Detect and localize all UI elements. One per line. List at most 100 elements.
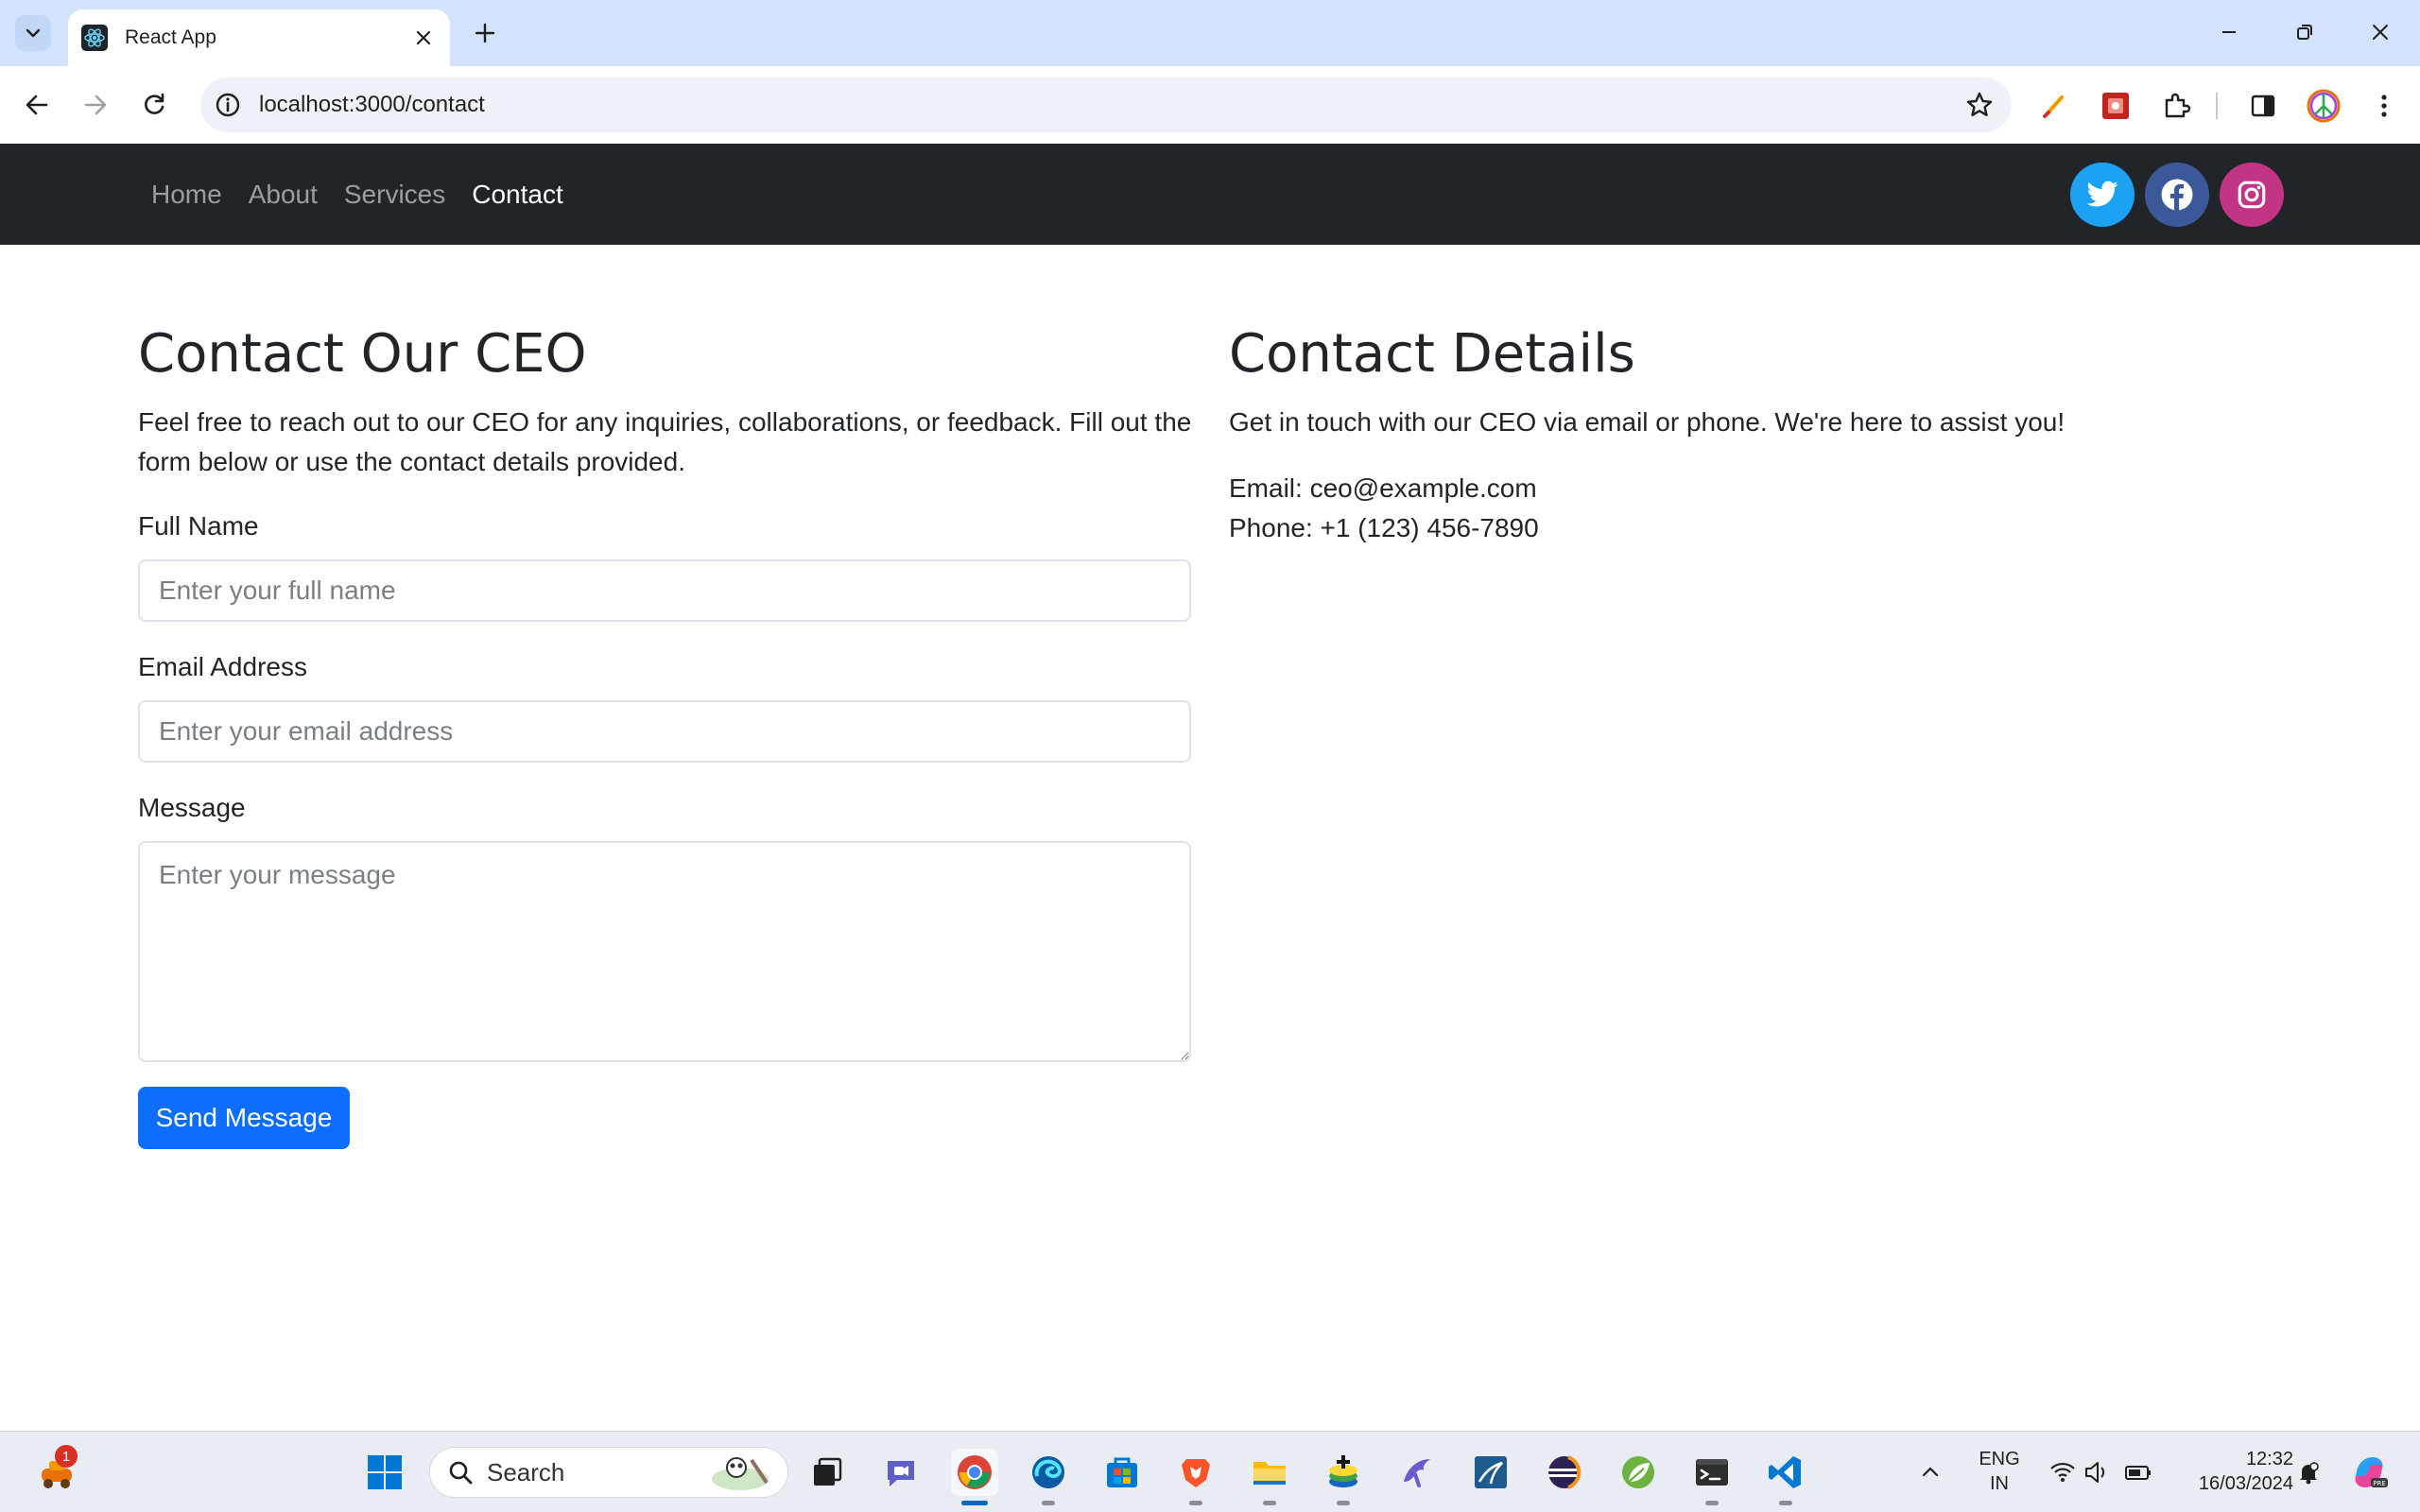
chevron-up-icon xyxy=(1922,1467,1939,1477)
restore-button[interactable] xyxy=(2284,13,2325,51)
battery-status[interactable] xyxy=(2118,1449,2159,1496)
nav-link-home[interactable]: Home xyxy=(151,180,222,210)
svg-text:PRE: PRE xyxy=(2373,1480,2386,1487)
contact-details-title: Contact Details xyxy=(1229,323,1635,385)
chat-icon xyxy=(888,1461,914,1486)
search-highlight-icon xyxy=(712,1457,769,1490)
widgets-button[interactable]: 1 xyxy=(30,1445,83,1496)
full-name-input[interactable] xyxy=(138,559,1191,622)
more-menu-icon[interactable] xyxy=(2365,87,2403,125)
facebook-button[interactable] xyxy=(2145,163,2209,227)
tab-close-button[interactable] xyxy=(410,25,437,51)
bookmark-star-icon[interactable] xyxy=(1961,86,1998,124)
side-panel-icon[interactable] xyxy=(2244,87,2282,125)
contact-details-intro: Get in touch with our CEO via email or p… xyxy=(1229,407,2066,437)
reload-button[interactable] xyxy=(134,85,174,125)
volume-status[interactable] xyxy=(2076,1449,2118,1496)
contact-form-intro-line2: form below or use the contact details pr… xyxy=(138,447,685,476)
site-navbar: Home About Services Contact xyxy=(0,144,2420,245)
forward-button[interactable] xyxy=(76,85,115,125)
back-button[interactable] xyxy=(17,85,57,125)
address-bar[interactable]: localhost:3000/contact xyxy=(200,77,2012,132)
contact-form-title: Contact Our CEO xyxy=(138,323,587,385)
toolbar-divider xyxy=(2216,93,2218,119)
nav-links: Home About Services Contact xyxy=(151,144,563,245)
eclipse-icon xyxy=(1548,1455,1582,1489)
close-window-button[interactable] xyxy=(2360,13,2401,51)
chrome-taskbar-button[interactable] xyxy=(951,1449,998,1505)
database-workbench-icon xyxy=(1475,1456,1507,1488)
tab-search-button[interactable] xyxy=(15,15,51,51)
task-view-button[interactable] xyxy=(804,1449,851,1496)
message-textarea[interactable] xyxy=(138,841,1191,1062)
minimize-button[interactable] xyxy=(2208,13,2250,51)
running-indicator xyxy=(1189,1501,1202,1505)
search-icon xyxy=(449,1461,473,1485)
eclipse-ide-button[interactable] xyxy=(1541,1449,1588,1496)
send-message-button[interactable]: Send Message xyxy=(138,1087,350,1149)
dolphin-icon xyxy=(1404,1459,1430,1487)
red-extension-icon[interactable] xyxy=(2097,87,2135,125)
store-taskbar-button[interactable] xyxy=(1098,1449,1146,1496)
restore-icon xyxy=(2297,25,2312,40)
dolphin-app-button[interactable] xyxy=(1393,1449,1441,1496)
twitter-icon xyxy=(2086,180,2118,207)
plus-icon xyxy=(475,23,495,43)
profile-avatar-icon[interactable] xyxy=(2305,87,2342,125)
close-icon xyxy=(416,30,431,45)
pen-extension-icon[interactable] xyxy=(2036,87,2074,125)
ceo-email: Email: ceo@example.com xyxy=(1229,473,1537,503)
vscode-taskbar-button[interactable] xyxy=(1762,1449,1809,1505)
clock-date: 16/03/2024 xyxy=(2198,1473,2293,1494)
terminal-taskbar-button[interactable] xyxy=(1688,1449,1736,1505)
taskbar-search[interactable]: Search xyxy=(429,1447,788,1498)
nav-link-contact[interactable]: Contact xyxy=(472,180,563,210)
language-indicator[interactable]: ENG IN xyxy=(1966,1447,2032,1496)
contact-form-intro-line1: Feel free to reach out to our CEO for an… xyxy=(138,407,1192,437)
notification-center-button[interactable] xyxy=(2290,1449,2327,1496)
speaker-icon xyxy=(2085,1462,2105,1483)
running-indicator xyxy=(1705,1501,1719,1505)
brave-taskbar-button[interactable] xyxy=(1172,1449,1219,1505)
nav-link-about[interactable]: About xyxy=(249,180,318,210)
facebook-icon xyxy=(2161,179,2193,211)
app-stack-button[interactable] xyxy=(1320,1449,1367,1505)
chevron-down-icon xyxy=(26,28,41,38)
copilot-button[interactable]: PRE xyxy=(2344,1449,2394,1496)
teams-chat-button[interactable] xyxy=(877,1449,925,1496)
instagram-icon xyxy=(2238,180,2266,209)
browser-tab[interactable]: React App xyxy=(68,9,450,66)
email-label: Email Address xyxy=(138,652,307,681)
site-info-icon[interactable] xyxy=(212,89,244,121)
edge-taskbar-button[interactable] xyxy=(1025,1449,1072,1505)
running-indicator xyxy=(1779,1501,1792,1505)
wifi-icon xyxy=(2050,1462,2075,1482)
twitter-button[interactable] xyxy=(2070,163,2135,227)
mysql-workbench-button[interactable] xyxy=(1467,1449,1514,1496)
clock-time: 12:32 xyxy=(2245,1449,2293,1469)
ceo-phone: Phone: +1 (123) 456-7890 xyxy=(1229,513,1539,542)
region-code: IN xyxy=(1990,1473,2009,1494)
instagram-button[interactable] xyxy=(2220,163,2284,227)
store-icon xyxy=(1107,1457,1137,1487)
terminal-icon xyxy=(1696,1459,1728,1486)
spring-tools-button[interactable] xyxy=(1615,1449,1662,1496)
battery-icon xyxy=(2125,1466,2151,1480)
tab-title: React App xyxy=(125,26,216,48)
folder-icon xyxy=(1253,1462,1286,1485)
nav-link-services[interactable]: Services xyxy=(344,180,445,210)
email-input[interactable] xyxy=(138,700,1191,763)
arrow-right-icon xyxy=(84,94,107,115)
extensions-puzzle-icon[interactable] xyxy=(2157,87,2195,125)
show-hidden-icons-button[interactable] xyxy=(1911,1449,1949,1496)
start-button[interactable] xyxy=(361,1449,408,1496)
new-tab-button[interactable] xyxy=(467,15,503,51)
copilot-icon: PRE xyxy=(2355,1457,2388,1487)
taskbar-search-label: Search xyxy=(487,1457,565,1486)
file-explorer-button[interactable] xyxy=(1246,1449,1293,1505)
clock[interactable]: 12:32 16/03/2024 xyxy=(2170,1447,2293,1496)
brave-icon xyxy=(1182,1459,1210,1487)
running-indicator xyxy=(1263,1501,1276,1505)
notification-badge: 1 xyxy=(55,1445,78,1468)
stacked-app-icon xyxy=(1329,1455,1357,1487)
